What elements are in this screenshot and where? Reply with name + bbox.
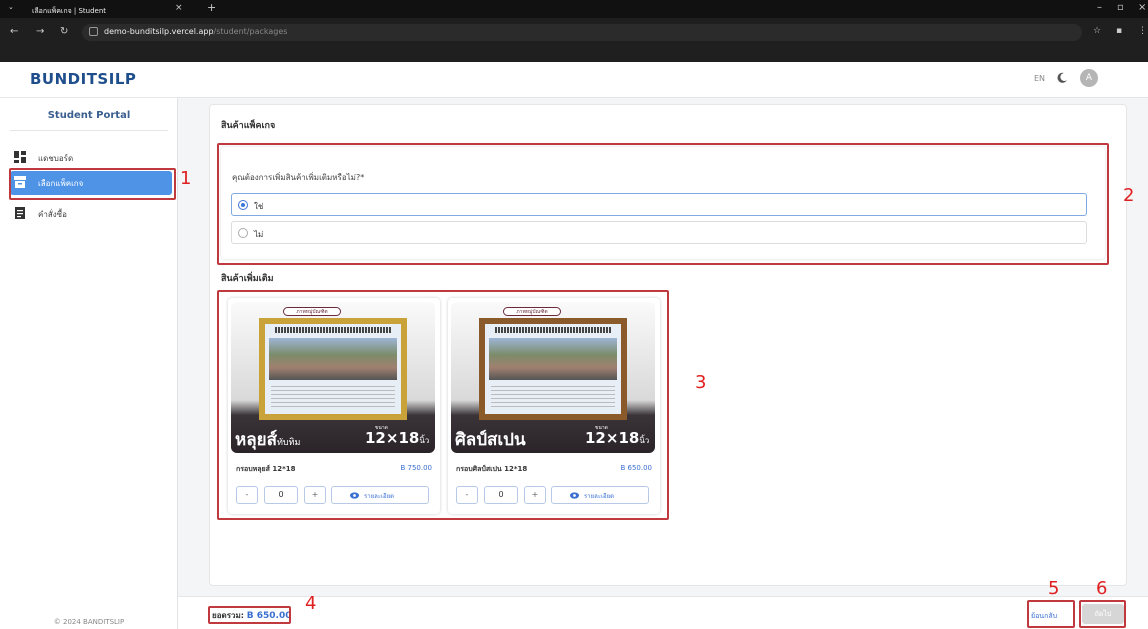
annotation-box-6: [1079, 600, 1126, 628]
url-path: /student/packages: [213, 27, 288, 36]
footer-bar: [178, 596, 1148, 629]
sidebar-item-dashboard[interactable]: แดชบอร์ด: [10, 146, 172, 170]
site-info-icon[interactable]: [89, 27, 98, 36]
sidebar-item-orders[interactable]: คำสั่งซื้อ: [10, 202, 172, 226]
back-arrow-icon[interactable]: ←: [10, 26, 18, 37]
addons-title: สินค้าเพิ่มเติม: [221, 274, 274, 284]
menu-dots-icon[interactable]: ⋮: [1138, 26, 1147, 36]
annotation-box-3: [217, 290, 669, 520]
url-host: demo-bunditsilp.vercel.app: [104, 27, 214, 36]
annotation-number-4: 4: [305, 593, 317, 614]
tab-close-icon[interactable]: ×: [175, 3, 183, 13]
annotation-number-3: 3: [695, 372, 707, 393]
annotation-number-2: 2: [1123, 185, 1135, 206]
close-window-icon[interactable]: ×: [1138, 2, 1146, 13]
reload-icon[interactable]: ↻: [60, 26, 68, 37]
browser-tabbar: ⌄ เลือกแพ็คเกจ | Student × + – ▫ ×: [0, 0, 1148, 18]
tab-list-chevron-icon[interactable]: ⌄: [8, 3, 14, 11]
avatar[interactable]: A: [1080, 69, 1098, 87]
new-tab-icon[interactable]: +: [207, 1, 216, 14]
tab-title: เลือกแพ็คเกจ | Student: [32, 7, 107, 15]
dashboard-icon: [14, 151, 26, 163]
annotation-box-4: [208, 606, 291, 624]
extension-icon[interactable]: ▪: [1116, 26, 1122, 36]
logo: BUNDITSILP: [30, 70, 137, 88]
sidebar-item-label: คำสั่งซื้อ: [38, 210, 67, 219]
annotation-box-1: [9, 168, 176, 200]
dark-mode-moon-icon[interactable]: [1056, 72, 1068, 84]
language-toggle[interactable]: EN: [1034, 74, 1045, 83]
maximize-icon[interactable]: ▫: [1117, 2, 1124, 13]
portal-title: Student Portal: [47, 110, 131, 121]
annotation-box-2: [217, 143, 1109, 265]
order-icon: [15, 207, 25, 219]
address-bar[interactable]: demo-bunditsilp.vercel.app/student/packa…: [82, 24, 1082, 41]
annotation-number-5: 5: [1048, 578, 1060, 599]
bookmark-star-icon[interactable]: ☆: [1093, 26, 1101, 36]
page-title: สินค้าแพ็คเกจ: [221, 121, 276, 131]
annotation-number-6: 6: [1096, 578, 1108, 599]
sidebar-divider: [10, 130, 168, 131]
sidebar-item-label: แดชบอร์ด: [38, 154, 74, 163]
annotation-number-1: 1: [180, 168, 192, 189]
minimize-icon[interactable]: –: [1097, 2, 1102, 13]
app-header: BUNDITSILP EN A: [0, 62, 1148, 98]
browser-toolbar: ← → ↻ demo-bunditsilp.vercel.app/student…: [0, 18, 1148, 62]
forward-arrow-icon[interactable]: →: [36, 26, 44, 37]
copyright: © 2024 BANDITSLIP: [53, 618, 125, 626]
annotation-box-5: [1027, 600, 1075, 628]
